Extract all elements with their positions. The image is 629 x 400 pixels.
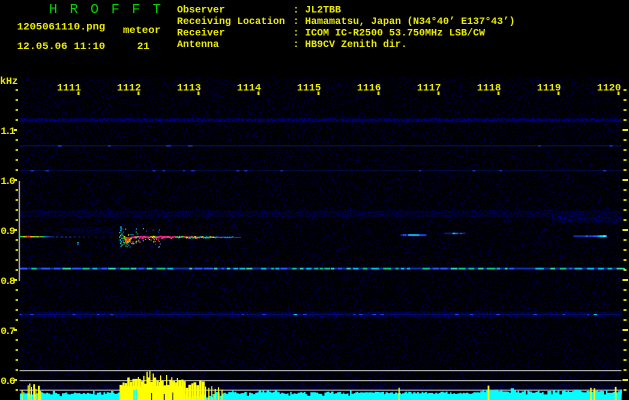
svg-text:1.1: 1.1 bbox=[1, 126, 16, 138]
svg-text:21: 21 bbox=[137, 41, 150, 53]
svg-text:1112: 1112 bbox=[117, 84, 141, 95]
svg-text:1205061110.png: 1205061110.png bbox=[17, 22, 105, 34]
svg-text:1119: 1119 bbox=[537, 84, 561, 95]
svg-text:Observer: Observer bbox=[177, 5, 225, 17]
svg-text:1118: 1118 bbox=[477, 84, 501, 95]
svg-text:: JL2TBB: : JL2TBB bbox=[293, 6, 341, 17]
svg-text:0.7: 0.7 bbox=[1, 326, 16, 338]
svg-text:0.8: 0.8 bbox=[1, 276, 16, 288]
svg-text:1120: 1120 bbox=[597, 84, 621, 95]
svg-text:0.6: 0.6 bbox=[1, 376, 16, 388]
svg-text:: HB9CV Zenith dir.: : HB9CV Zenith dir. bbox=[293, 39, 407, 51]
svg-text:1113: 1113 bbox=[177, 84, 201, 95]
svg-text:Receiving Location: Receiving Location bbox=[177, 16, 285, 28]
svg-text:0.9: 0.9 bbox=[1, 226, 16, 238]
svg-text:1115: 1115 bbox=[297, 84, 321, 95]
svg-text:12.05.06 11:10: 12.05.06 11:10 bbox=[17, 41, 105, 53]
svg-text:: ICOM IC-R2500 53.750MHz LSB/: : ICOM IC-R2500 53.750MHz LSB/CW bbox=[293, 28, 485, 40]
svg-text:Antenna: Antenna bbox=[177, 40, 219, 51]
svg-text:: Hamamatsu, Japan (N34°40’ E1: : Hamamatsu, Japan (N34°40’ E137°43’) bbox=[293, 16, 515, 28]
svg-text:Receiver: Receiver bbox=[177, 28, 225, 40]
svg-text:HROFFT: HROFFT bbox=[49, 2, 173, 18]
svg-text:1111: 1111 bbox=[57, 84, 81, 95]
svg-text:1117: 1117 bbox=[417, 84, 441, 95]
svg-text:1.0: 1.0 bbox=[1, 176, 16, 188]
svg-text:meteor: meteor bbox=[123, 25, 161, 37]
svg-text:1116: 1116 bbox=[357, 84, 381, 95]
svg-text:1114: 1114 bbox=[237, 84, 261, 95]
svg-text:kHz: kHz bbox=[0, 76, 18, 88]
